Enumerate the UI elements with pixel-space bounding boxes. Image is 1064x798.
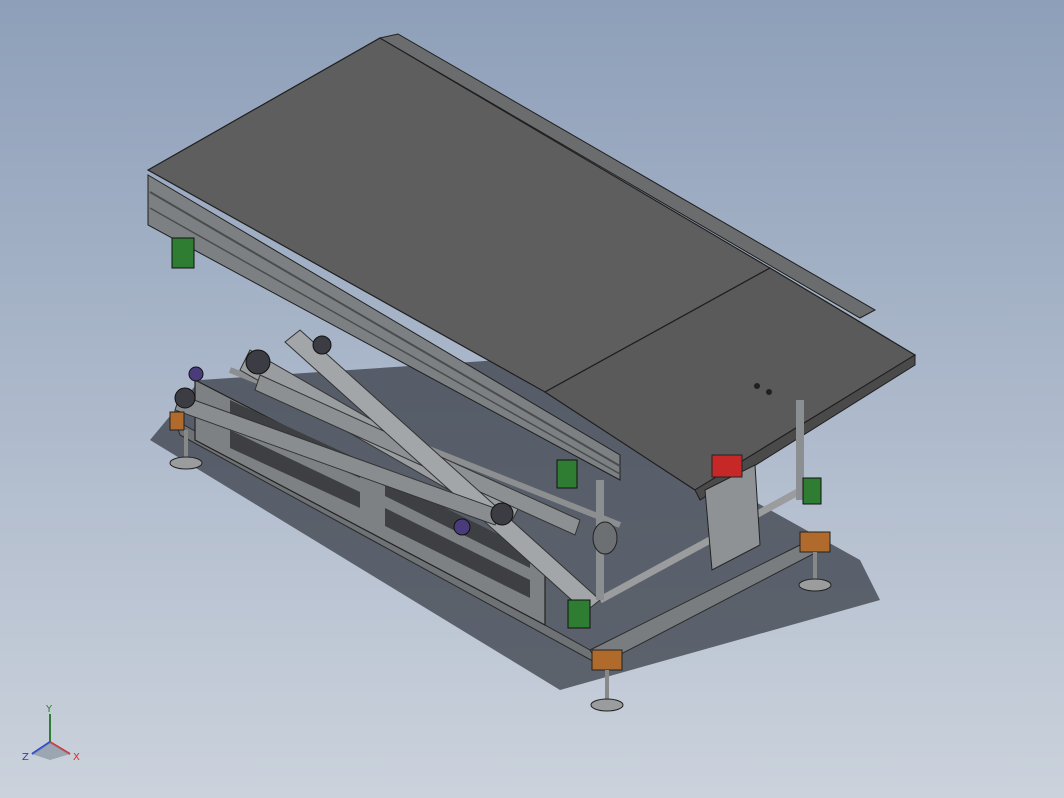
triad-base-plane <box>32 742 70 760</box>
panel-hole-2 <box>766 389 772 395</box>
green-bracket-middle <box>556 459 578 489</box>
panel-hole-1 <box>754 383 760 389</box>
cad-model-view[interactable] <box>0 0 1064 798</box>
roller-wheel-2 <box>312 335 332 355</box>
triad-z-label: Z <box>22 752 29 763</box>
view-orientation-triad[interactable]: Y X Z <box>18 700 88 770</box>
pillow-block-bearing <box>592 521 618 555</box>
roller-wheel-3 <box>174 387 196 409</box>
roller-wheel-1 <box>245 349 271 375</box>
actuator-red-block <box>711 454 743 478</box>
corner-block-left <box>169 411 185 431</box>
green-bracket-top-left <box>171 237 195 269</box>
triad-y-label: Y <box>45 704 53 715</box>
triad-x-label: X <box>73 752 80 763</box>
corner-block-front <box>591 649 623 671</box>
foot-pad-left <box>169 456 203 470</box>
green-bracket-lower <box>567 599 591 629</box>
foot-pad-front <box>590 698 624 712</box>
roller-wheel-5 <box>453 518 471 536</box>
green-bracket-right <box>802 477 822 505</box>
roller-wheel-6 <box>188 366 204 382</box>
graphics-viewport[interactable]: Y X Z <box>0 0 1064 798</box>
roller-wheel-4 <box>490 502 514 526</box>
corner-block-right <box>799 531 831 553</box>
foot-pad-right <box>798 578 832 592</box>
